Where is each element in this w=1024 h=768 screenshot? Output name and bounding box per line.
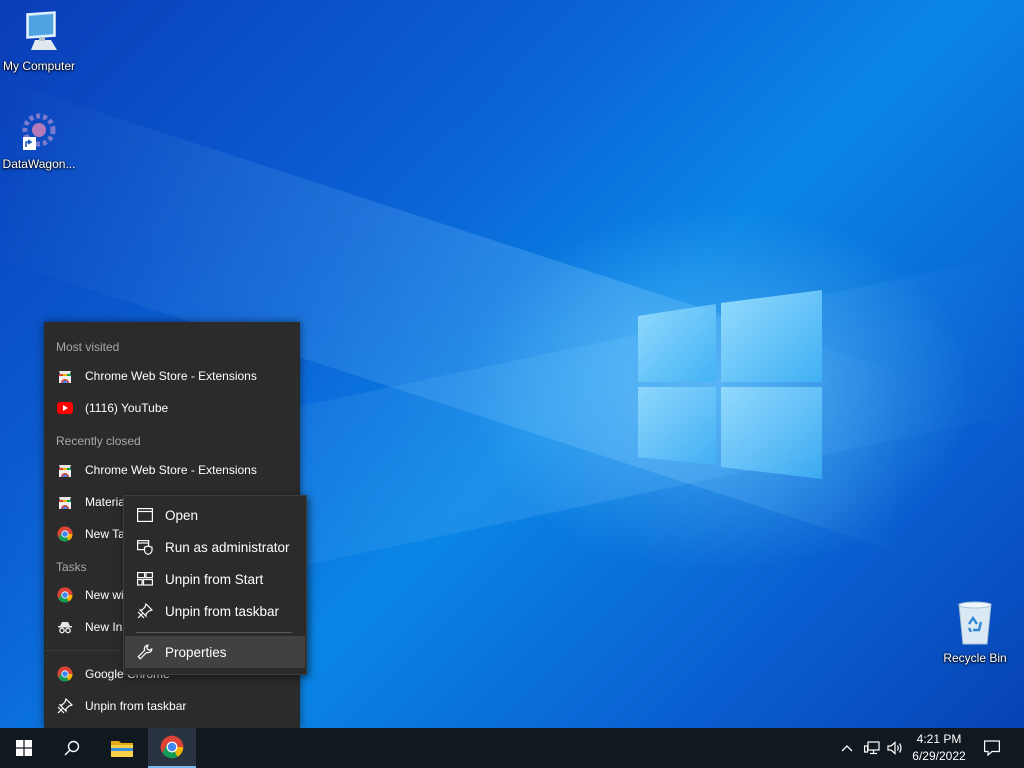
notification-icon: [984, 740, 1000, 756]
search-icon: [64, 740, 80, 756]
chrome-web-store-icon: [57, 368, 73, 384]
context-menu-label: Properties: [165, 644, 227, 660]
context-menu: Open Run as administrator Unpin from Sta…: [123, 495, 307, 675]
context-menu-label: Run as administrator: [165, 539, 290, 555]
shield-icon: [136, 538, 154, 556]
desktop-icon-my-computer[interactable]: My Computer: [0, 10, 78, 73]
chrome-web-store-icon: [57, 462, 73, 478]
chrome-icon: [57, 666, 73, 682]
jump-list-item-label: New wi: [85, 588, 124, 602]
jump-list-item-label: New In: [85, 620, 123, 634]
chrome-icon: [57, 526, 73, 542]
jump-list-item-label: New Ta: [85, 527, 125, 541]
recently-closed-heading: Recently closed: [56, 434, 141, 448]
clock-date: 6/29/2022: [912, 749, 966, 763]
context-menu-divider: [136, 632, 292, 633]
show-hidden-icons-button[interactable]: [836, 728, 858, 768]
desktop-icon-recycle-bin[interactable]: Recycle Bin: [936, 600, 1014, 665]
context-menu-open[interactable]: Open: [125, 499, 305, 531]
chevron-up-icon: [841, 745, 853, 752]
jump-list-item[interactable]: Chrome Web Store - Extensions: [44, 454, 300, 486]
jump-list-unpin-item[interactable]: Unpin from taskbar: [44, 690, 300, 722]
unpin-icon: [57, 698, 73, 714]
desktop-icon-label: My Computer: [2, 59, 76, 73]
network-button[interactable]: [860, 728, 884, 768]
context-menu-label: Unpin from Start: [165, 571, 264, 587]
taskbar-google-chrome[interactable]: [148, 728, 196, 768]
search-button[interactable]: [48, 728, 96, 768]
taskbar-file-explorer[interactable]: [98, 728, 146, 768]
jump-list-item-label: Materia: [85, 495, 126, 509]
context-menu-unpin-taskbar[interactable]: Unpin from taskbar: [125, 595, 305, 627]
incognito-icon: [57, 619, 73, 635]
jump-list-item-label: Chrome Web Store - Extensions: [85, 463, 257, 477]
datawagon-shortcut-icon: [22, 113, 56, 150]
windows-logo: [638, 290, 822, 479]
jump-list-item-label: Unpin from taskbar: [85, 699, 187, 713]
chrome-icon: [160, 735, 184, 759]
most-visited-heading: Most visited: [56, 340, 120, 354]
monitor-icon: [26, 11, 57, 50]
taskbar: 4:21 PM 6/29/2022: [0, 728, 1024, 768]
wrench-icon: [136, 643, 154, 661]
unpin-start-icon: [136, 570, 154, 588]
tasks-heading: Tasks: [56, 560, 87, 574]
action-center-button[interactable]: [976, 728, 1008, 768]
desktop-icon-label: DataWagon...: [2, 157, 76, 171]
start-button[interactable]: [0, 728, 48, 768]
jump-list-item-label: (1116) YouTube: [85, 401, 169, 415]
chrome-web-store-icon: [57, 494, 73, 510]
folder-icon: [111, 741, 133, 757]
volume-icon: [887, 741, 902, 755]
windows-start-icon: [16, 740, 32, 756]
network-icon: [864, 741, 880, 755]
context-menu-label: Open: [165, 507, 199, 523]
context-menu-unpin-start[interactable]: Unpin from Start: [125, 563, 305, 595]
context-menu-label: Unpin from taskbar: [165, 603, 280, 619]
chrome-icon: [57, 587, 73, 603]
jump-list-item-label: Chrome Web Store - Extensions: [85, 369, 257, 383]
youtube-icon: [57, 400, 73, 416]
desktop-icon-datawagon[interactable]: DataWagon...: [0, 106, 78, 171]
jump-list-item[interactable]: Chrome Web Store - Extensions: [44, 360, 300, 392]
window-icon: [136, 506, 154, 524]
context-menu-run-as-admin[interactable]: Run as administrator: [125, 531, 305, 563]
volume-button[interactable]: [884, 728, 906, 768]
context-menu-properties[interactable]: Properties: [125, 636, 305, 668]
desktop-icon-label: Recycle Bin: [943, 651, 1007, 665]
jump-list-item[interactable]: (1116) YouTube: [44, 392, 300, 424]
unpin-icon: [136, 602, 154, 620]
recycle-bin-icon: [958, 601, 992, 645]
clock[interactable]: 4:21 PM 6/29/2022: [908, 731, 970, 765]
clock-time: 4:21 PM: [916, 732, 962, 746]
